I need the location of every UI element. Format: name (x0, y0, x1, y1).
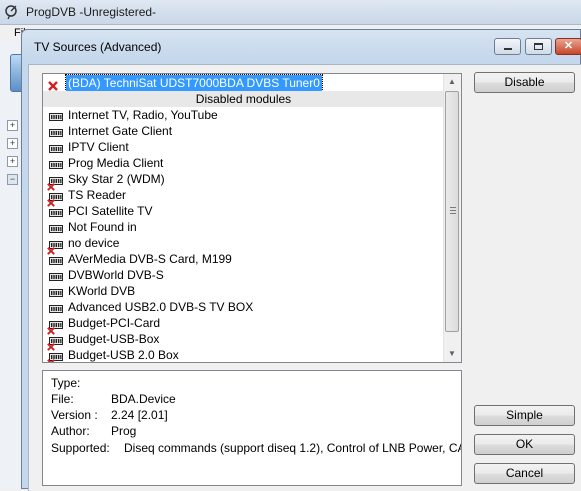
list-item-label: PCI Satellite TV (68, 204, 153, 218)
list-item-label: Disabled modules (43, 91, 444, 107)
info-file-value: BDA.Device (111, 392, 176, 406)
list-item-label: Budget-USB-Box (68, 332, 160, 346)
disable-button[interactable]: Disable (474, 72, 575, 93)
simple-button[interactable]: Simple (474, 405, 575, 426)
list-item[interactable]: Budget-PCI-Card (43, 315, 444, 335)
ok-button[interactable]: OK (474, 434, 575, 455)
app-titlebar: ProgDVB -Unregistered- (0, 0, 581, 25)
list-item-label: Advanced USB2.0 DVB-S TV BOX (68, 300, 254, 314)
dialog-title: TV Sources (Advanced) (34, 40, 162, 54)
scroll-up-arrow-icon[interactable]: ▲ (444, 74, 460, 90)
list-item-label: DVBWorld DVB-S (68, 268, 164, 282)
tree-expand-icon[interactable]: + (7, 156, 18, 167)
device-card-icon (49, 270, 63, 281)
list-item[interactable]: Budget-USB 2.0 Box (43, 347, 444, 362)
error-x-icon (47, 243, 55, 255)
list-item[interactable]: PCI Satellite TV (43, 203, 444, 219)
list-item[interactable]: Advanced USB2.0 DVB-S TV BOX (43, 299, 444, 315)
module-info-panel: Type: File: BDA.Device Version : 2.24 [2… (42, 370, 462, 486)
list-item-label: no device (68, 236, 120, 250)
tree-expand-icon[interactable]: + (7, 120, 18, 131)
minimize-button[interactable] (494, 38, 521, 55)
list-item[interactable]: AVerMedia DVB-S Card, M199 (43, 251, 444, 267)
error-x-icon (47, 323, 55, 335)
list-item[interactable]: Budget-USB-Box (43, 331, 444, 351)
list-item-label: Internet Gate Client (68, 124, 173, 138)
list-group-header: Disabled modules (43, 91, 444, 107)
list-item-label: Internet TV, Radio, YouTube (68, 108, 218, 122)
list-item[interactable]: Not Found in (43, 219, 444, 235)
tree-expand-icon[interactable]: + (7, 138, 18, 149)
maximize-button[interactable] (525, 38, 552, 55)
cancel-button[interactable]: Cancel (474, 463, 575, 484)
info-author-value: Prog (111, 424, 137, 438)
info-file-label: File: (51, 392, 74, 406)
error-x-icon (47, 339, 55, 351)
sources-list-items: (BDA) TechniSat UDST7000BDA DVBS Tuner0 D… (43, 74, 444, 362)
list-item[interactable]: Internet TV, Radio, YouTube (43, 107, 444, 123)
minimize-icon (504, 48, 512, 50)
list-item-label: Prog Media Client (68, 156, 164, 170)
satellite-dish-icon (5, 5, 17, 20)
tree-collapse-icon[interactable]: − (7, 174, 18, 185)
list-item[interactable]: Sky Star 2 (WDM) (43, 171, 444, 191)
dialog-client: (BDA) TechniSat UDST7000BDA DVBS Tuner0 D… (28, 64, 581, 491)
scroll-down-arrow-icon[interactable]: ▼ (444, 346, 460, 362)
tv-sources-dialog: TV Sources (Advanced) ✕ (BDA) TechniSat … (21, 29, 581, 491)
device-card-icon (49, 110, 63, 121)
info-supported-value: Diseq commands (support diseq 1.2), Cont… (124, 441, 461, 455)
list-item-label: Sky Star 2 (WDM) (68, 172, 165, 186)
list-item-label: TS Reader (68, 188, 127, 202)
app-title: ProgDVB -Unregistered- (26, 5, 157, 19)
grip-line (450, 210, 456, 211)
error-x-icon (47, 195, 55, 207)
list-item-label: (BDA) TechniSat UDST7000BDA DVBS Tuner0 (65, 74, 323, 92)
list-item[interactable]: Prog Media Client (43, 155, 444, 171)
list-item-label: AVerMedia DVB-S Card, M199 (68, 252, 232, 266)
list-item-label: Budget-PCI-Card (68, 316, 161, 330)
info-type-label: Type: (51, 376, 81, 390)
info-version-label: Version : (51, 408, 98, 422)
list-item-label: KWorld DVB (68, 284, 136, 298)
error-x-icon (47, 179, 55, 191)
info-author-label: Author: (51, 424, 90, 438)
list-item-label: Not Found in (68, 220, 137, 234)
list-item[interactable]: DVBWorld DVB-S (43, 267, 444, 283)
grip-line (450, 213, 456, 214)
device-card-icon (49, 302, 63, 313)
device-card-icon (49, 158, 63, 169)
device-card-icon (49, 254, 63, 265)
device-card-icon (49, 142, 63, 153)
device-card-icon (49, 286, 63, 297)
info-version-value: 2.24 [2.01] (111, 408, 168, 422)
scroll-thumb[interactable] (445, 91, 459, 332)
maximize-icon (534, 43, 543, 50)
device-card-icon (49, 206, 63, 217)
error-x-icon (47, 355, 55, 362)
close-button[interactable]: ✕ (555, 38, 581, 55)
list-item-label: Budget-USB 2.0 Box (68, 348, 179, 362)
list-item[interactable]: Internet Gate Client (43, 123, 444, 139)
list-item[interactable]: KWorld DVB (43, 283, 444, 299)
list-item-label: IPTV Client (68, 140, 129, 154)
grip-line (450, 207, 456, 208)
close-icon: ✕ (563, 40, 574, 52)
device-card-icon (49, 126, 63, 137)
list-item[interactable]: no device (43, 235, 444, 255)
info-supported-label: Supported: (51, 441, 110, 455)
list-item[interactable]: IPTV Client (43, 139, 444, 155)
sources-list[interactable]: (BDA) TechniSat UDST7000BDA DVBS Tuner0 D… (42, 73, 462, 363)
list-item[interactable]: (BDA) TechniSat UDST7000BDA DVBS Tuner0 (43, 74, 444, 92)
error-x-icon (48, 79, 58, 91)
device-card-icon (49, 222, 63, 233)
list-scrollbar[interactable]: ▲ ▼ (443, 74, 461, 362)
list-item[interactable]: TS Reader (43, 187, 444, 207)
